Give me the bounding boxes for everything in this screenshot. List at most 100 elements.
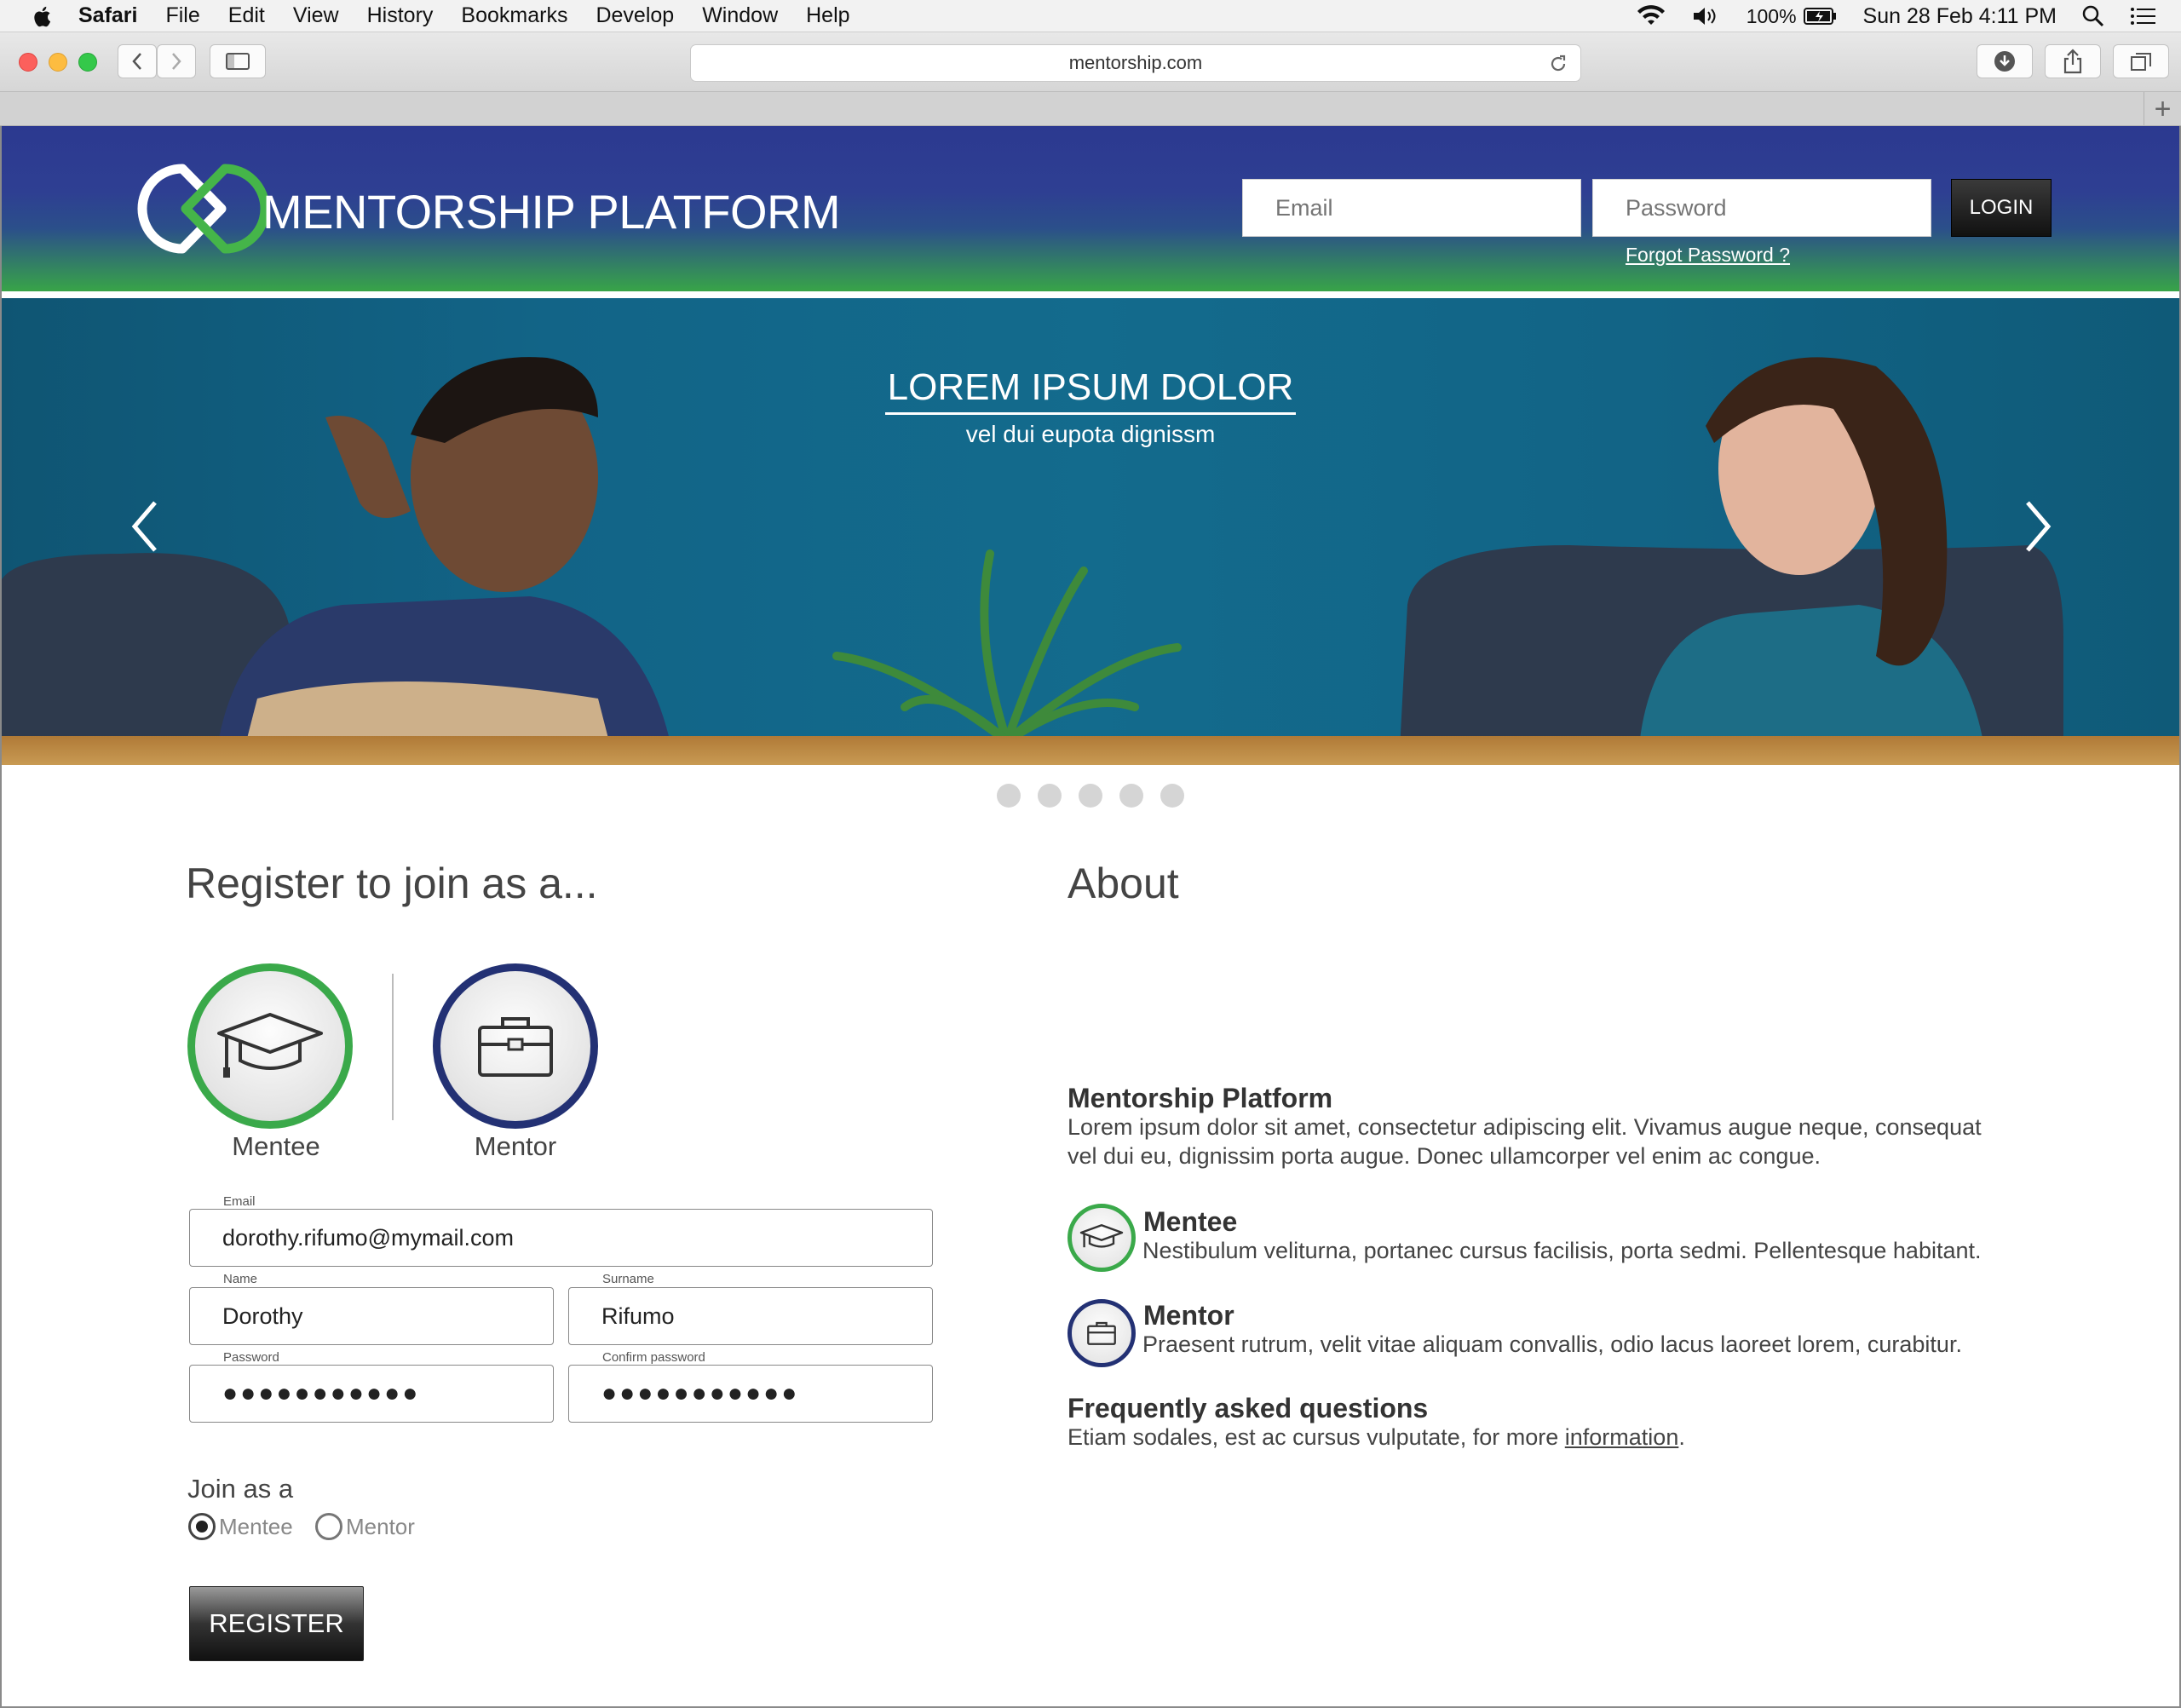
header-divider bbox=[2, 291, 2179, 298]
radio-mentee[interactable]: Mentee bbox=[188, 1513, 293, 1540]
notification-center-icon[interactable] bbox=[2130, 6, 2155, 26]
tabs-overview-button[interactable] bbox=[2113, 44, 2169, 78]
about-title: About bbox=[1067, 860, 1179, 907]
surname-field-label: Surname bbox=[602, 1272, 654, 1286]
about-mentee-text: Nestibulum veliturna, portanec cursus fa… bbox=[1142, 1238, 1982, 1263]
back-button[interactable] bbox=[118, 44, 157, 78]
radio-mentor-indicator[interactable] bbox=[315, 1513, 342, 1540]
graduation-cap-icon bbox=[1079, 1224, 1124, 1248]
hero-title: LOREM IPSUM DOLOR bbox=[2, 366, 2179, 415]
carousel-dot-2[interactable] bbox=[1038, 784, 1062, 808]
menu-edit[interactable]: Edit bbox=[228, 3, 265, 28]
briefcase-icon bbox=[1087, 1321, 1116, 1345]
briefcase-icon bbox=[478, 1017, 553, 1077]
hero-shelf bbox=[2, 736, 2179, 765]
name-field-label: Name bbox=[223, 1272, 258, 1286]
faq-title: Frequently asked questions bbox=[1067, 1393, 1429, 1423]
menubar-clock[interactable]: Sun 28 Feb 4:11 PM bbox=[1863, 4, 2057, 29]
chevron-right-icon bbox=[172, 53, 181, 70]
battery-percent: 100% bbox=[1746, 4, 1797, 27]
mentee-role-label: Mentee bbox=[232, 1131, 320, 1161]
register-title: Register to join as a... bbox=[186, 860, 598, 907]
email-field[interactable]: dorothy.rifumo@mymail.com bbox=[189, 1209, 933, 1267]
tab-strip: + bbox=[0, 92, 2181, 126]
name-field[interactable]: Dorothy bbox=[189, 1287, 554, 1345]
minimize-window-button[interactable] bbox=[49, 53, 67, 72]
browser-toolbar: mentorship.com bbox=[0, 32, 2181, 92]
about-mentor-title: Mentor bbox=[1143, 1300, 1234, 1331]
carousel-prev-icon[interactable] bbox=[129, 499, 160, 554]
password-field[interactable]: ●●●●●●●●●●● bbox=[189, 1365, 554, 1423]
hero-carousel: LOREM IPSUM DOLOR vel dui eupota digniss… bbox=[2, 298, 2179, 765]
menu-view[interactable]: View bbox=[293, 3, 339, 28]
mentor-role-button[interactable] bbox=[433, 963, 598, 1129]
about-platform-title: Mentorship Platform bbox=[1067, 1083, 1333, 1113]
faq-text: Etiam sodales, est ac cursus vulputate, … bbox=[1067, 1424, 1685, 1451]
menu-history[interactable]: History bbox=[367, 3, 434, 28]
forward-button[interactable] bbox=[157, 44, 196, 78]
radio-mentee-indicator[interactable] bbox=[188, 1513, 216, 1540]
confirm-password-field-label: Confirm password bbox=[602, 1350, 705, 1365]
reload-icon[interactable] bbox=[1548, 54, 1568, 74]
surname-field[interactable]: Rifumo bbox=[568, 1287, 933, 1345]
carousel-next-icon[interactable] bbox=[2023, 499, 2053, 554]
graduation-cap-icon bbox=[217, 1013, 323, 1078]
about-platform-text: Lorem ipsum dolor sit amet, consectetur … bbox=[1067, 1114, 1982, 1169]
menu-file[interactable]: File bbox=[165, 3, 199, 28]
radio-mentee-label: Mentee bbox=[219, 1513, 293, 1539]
password-field-label: Password bbox=[223, 1350, 279, 1365]
hero-title-text: LOREM IPSUM DOLOR bbox=[884, 366, 1297, 415]
mentee-role-button[interactable] bbox=[187, 963, 353, 1129]
close-window-button[interactable] bbox=[19, 53, 37, 72]
hero-subtitle: vel dui eupota dignissm bbox=[965, 421, 1216, 447]
wifi-icon[interactable] bbox=[1636, 4, 1666, 28]
forgot-password-link[interactable]: Forgot Password ? bbox=[1626, 244, 1790, 267]
downloads-button[interactable] bbox=[1977, 44, 2033, 78]
tabs-icon bbox=[2131, 53, 2151, 71]
download-icon bbox=[1994, 51, 2015, 72]
login-button[interactable]: LOGIN bbox=[1951, 179, 2052, 237]
menu-develop[interactable]: Develop bbox=[596, 3, 674, 28]
web-page: MENTORSHIP PLATFORM LOGIN Forgot Passwor… bbox=[0, 126, 2181, 1708]
login-email-input[interactable] bbox=[1242, 179, 1581, 237]
faq-information-link[interactable]: information bbox=[1565, 1424, 1679, 1450]
radio-mentor-label: Mentor bbox=[346, 1513, 415, 1539]
carousel-dot-1[interactable] bbox=[997, 784, 1021, 808]
volume-icon[interactable] bbox=[1692, 5, 1721, 27]
email-field-label: Email bbox=[223, 1194, 256, 1209]
mentor-role-label: Mentor bbox=[474, 1131, 557, 1161]
brand-name: MENTORSHIP PLATFORM bbox=[262, 185, 841, 239]
confirm-password-field[interactable]: ●●●●●●●●●●● bbox=[568, 1365, 933, 1423]
register-button[interactable]: REGISTER bbox=[189, 1586, 364, 1661]
login-password-input[interactable] bbox=[1592, 179, 1931, 237]
menu-help[interactable]: Help bbox=[806, 3, 849, 28]
zoom-window-button[interactable] bbox=[78, 53, 97, 72]
menu-bar: Safari File Edit View History Bookmarks … bbox=[0, 0, 2181, 32]
share-button[interactable] bbox=[2045, 44, 2101, 78]
mentor-mini-badge bbox=[1067, 1299, 1136, 1367]
join-as-label: Join as a bbox=[187, 1474, 294, 1504]
menu-window[interactable]: Window bbox=[702, 3, 778, 28]
faq-text-body: Etiam sodales, est ac cursus vulputate, … bbox=[1067, 1424, 1565, 1450]
role-divider bbox=[392, 974, 394, 1120]
apple-icon[interactable] bbox=[31, 3, 56, 29]
radio-mentor[interactable]: Mentor bbox=[315, 1513, 415, 1540]
spotlight-search-icon[interactable] bbox=[2082, 5, 2104, 27]
carousel-dot-3[interactable] bbox=[1079, 784, 1102, 808]
url-text: mentorship.com bbox=[1068, 52, 1203, 73]
menu-bookmarks[interactable]: Bookmarks bbox=[461, 3, 567, 28]
battery-icon[interactable] bbox=[1803, 7, 1838, 26]
menu-app-safari[interactable]: Safari bbox=[78, 3, 137, 28]
sidebar-toggle-button[interactable] bbox=[210, 44, 266, 78]
carousel-dot-5[interactable] bbox=[1160, 784, 1184, 808]
share-icon bbox=[2063, 49, 2082, 74]
chevron-left-icon bbox=[132, 53, 141, 70]
new-tab-button[interactable]: + bbox=[2144, 92, 2181, 126]
faq-text-end: . bbox=[1678, 1424, 1685, 1450]
mentee-mini-badge bbox=[1067, 1204, 1136, 1272]
address-bar[interactable]: mentorship.com bbox=[690, 44, 1581, 82]
mentorship-logo-icon[interactable] bbox=[131, 162, 285, 256]
sidebar-icon bbox=[226, 53, 250, 70]
carousel-dot-4[interactable] bbox=[1119, 784, 1143, 808]
about-mentor-text: Praesent rutrum, velit vitae aliquam con… bbox=[1142, 1331, 1962, 1357]
